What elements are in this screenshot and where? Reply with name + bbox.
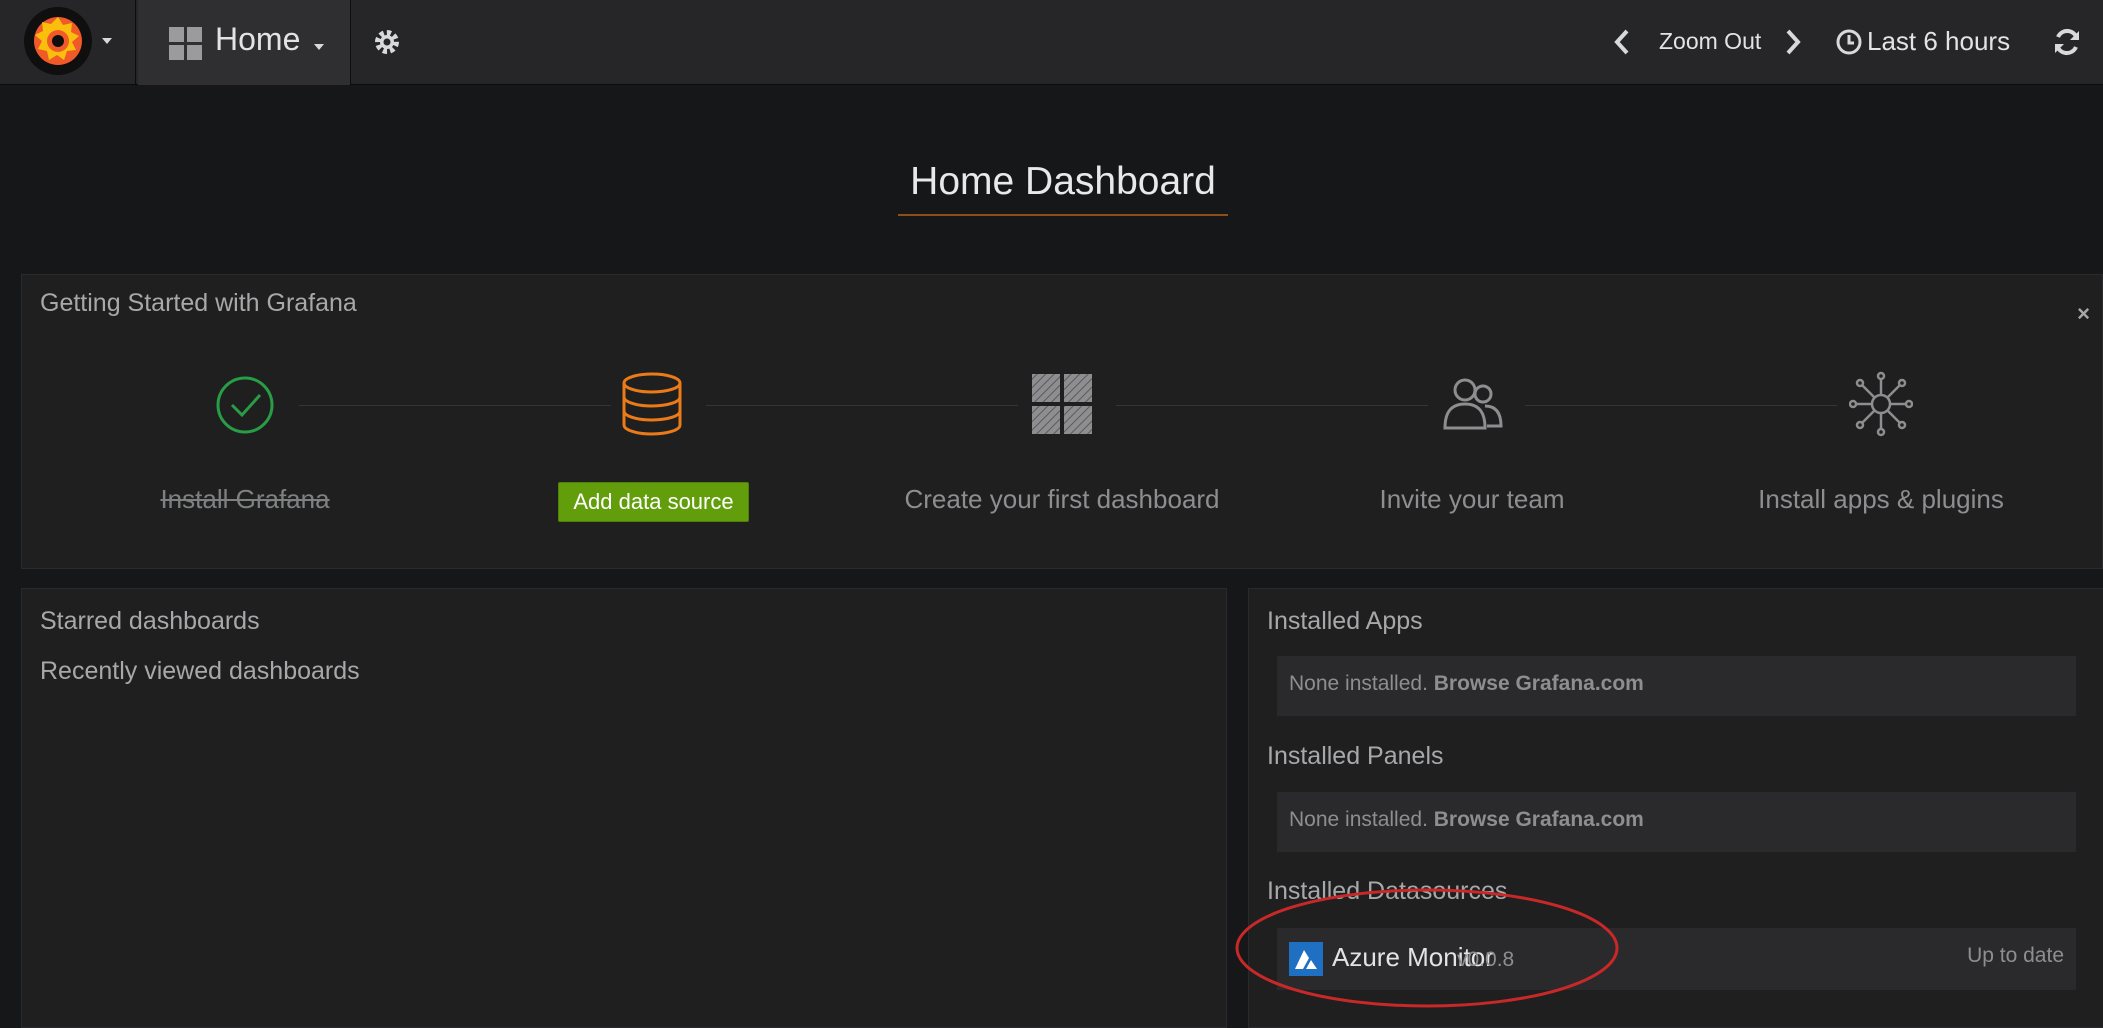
step-connector bbox=[1116, 405, 1428, 406]
database-icon bbox=[622, 372, 682, 436]
installed-panels-none: None installed. bbox=[1289, 808, 1428, 831]
installed-apps-heading: Installed Apps bbox=[1267, 607, 1423, 635]
step-install-plugins[interactable]: Install apps & plugins bbox=[1701, 484, 2061, 515]
gear-icon[interactable] bbox=[372, 27, 402, 57]
close-icon[interactable]: × bbox=[2077, 301, 2090, 327]
top-navbar: Home Zoom Out Last 6 hours bbox=[0, 0, 2103, 85]
dashboards-panel: Starred dashboards Recently viewed dashb… bbox=[21, 588, 1227, 1028]
check-circle-icon bbox=[216, 376, 274, 434]
grafana-menu[interactable] bbox=[0, 0, 136, 85]
refresh-icon[interactable] bbox=[2052, 27, 2082, 57]
chevron-left-icon[interactable] bbox=[1612, 27, 1632, 57]
dashboard-squares-icon bbox=[1032, 374, 1092, 434]
installed-apps-row: None installed. Browse Grafana.com bbox=[1277, 656, 2076, 716]
logo-chevron-down-icon[interactable] bbox=[102, 38, 112, 44]
installed-panels-heading: Installed Panels bbox=[1267, 742, 1444, 770]
grafana-logo-icon[interactable] bbox=[22, 5, 94, 77]
zoom-out-button[interactable]: Zoom Out bbox=[1659, 28, 1761, 55]
step-install-grafana: Install Grafana bbox=[160, 484, 330, 514]
installed-panels-text: None installed. Browse Grafana.com bbox=[1289, 808, 1644, 832]
chevron-right-icon[interactable] bbox=[1783, 27, 1803, 57]
step-connector bbox=[1525, 405, 1837, 406]
getting-started-title: Getting Started with Grafana bbox=[40, 289, 357, 317]
starred-dashboards-heading: Starred dashboards bbox=[40, 607, 260, 635]
dashboard-picker-chevron-down-icon bbox=[314, 44, 324, 50]
dashboard-picker[interactable]: Home bbox=[138, 0, 351, 85]
dashboard-grid-icon bbox=[169, 27, 202, 60]
step-connector bbox=[706, 405, 1018, 406]
installed-apps-text: None installed. Browse Grafana.com bbox=[1289, 672, 1644, 696]
step-create-dashboard[interactable]: Create your first dashboard bbox=[882, 484, 1242, 515]
installed-apps-none: None installed. bbox=[1289, 672, 1428, 695]
dashboard-picker-label: Home bbox=[215, 21, 301, 57]
step-invite-team[interactable]: Invite your team bbox=[1292, 484, 1652, 515]
page-title: Home Dashboard bbox=[898, 160, 1228, 216]
annotation-ellipse bbox=[1235, 888, 1619, 1008]
users-icon bbox=[1443, 378, 1503, 430]
plugins-icon bbox=[1849, 371, 1913, 437]
browse-grafana-link[interactable]: Browse Grafana.com bbox=[1434, 672, 1644, 695]
clock-icon[interactable] bbox=[1836, 29, 1862, 55]
time-range-picker[interactable]: Last 6 hours bbox=[1867, 26, 2010, 57]
datasource-status: Up to date bbox=[1967, 944, 2064, 967]
browse-grafana-link[interactable]: Browse Grafana.com bbox=[1434, 808, 1644, 831]
installed-panels-row: None installed. Browse Grafana.com bbox=[1277, 792, 2076, 852]
add-data-source-button[interactable]: Add data source bbox=[558, 482, 749, 522]
getting-started-panel: Getting Started with Grafana × Install G… bbox=[21, 274, 2103, 569]
recent-dashboards-heading: Recently viewed dashboards bbox=[40, 657, 360, 685]
step-connector bbox=[299, 405, 611, 406]
